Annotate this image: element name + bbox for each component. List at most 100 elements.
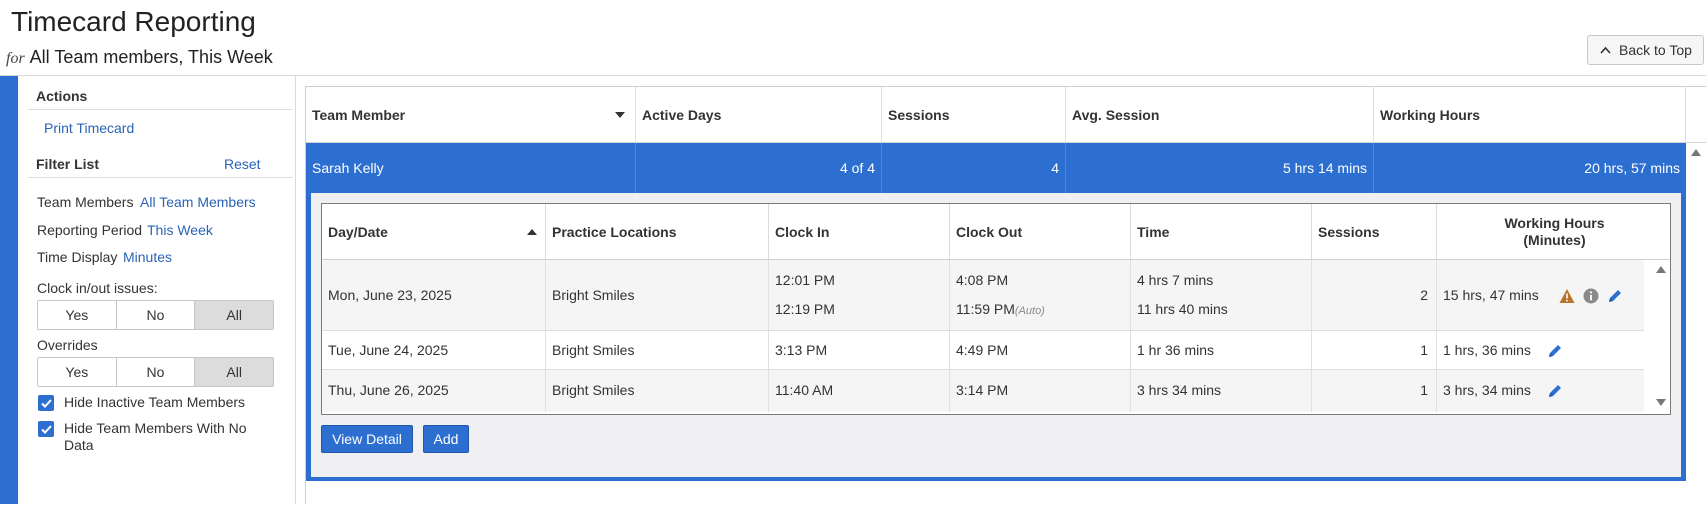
print-timecard-link[interactable]: Print Timecard: [44, 120, 134, 136]
table-row[interactable]: Thu, June 26, 2025 Bright Smiles 11:40 A…: [322, 370, 1644, 412]
chevron-up-icon: [1600, 46, 1611, 54]
overrides-yes-button[interactable]: Yes: [38, 358, 117, 386]
working-hours-text: 1 hrs, 36 mins: [1443, 342, 1531, 358]
cell-clock-in: 12:01 PM 12:19 PM: [769, 260, 950, 330]
clock-in-text: 12:01 PM: [775, 272, 835, 288]
detail-scrollbar[interactable]: [1652, 260, 1670, 414]
member-sessions: 4: [882, 143, 1066, 193]
cell-date: Thu, June 26, 2025: [322, 370, 546, 412]
col-team-member[interactable]: Team Member: [306, 87, 636, 143]
cell-date: Tue, June 24, 2025: [322, 331, 546, 369]
col-time[interactable]: Time: [1131, 204, 1312, 260]
cell-time: 1 hr 36 mins: [1131, 331, 1312, 369]
col-working-hours-minutes[interactable]: Working Hours (Minutes): [1437, 204, 1670, 260]
edit-pencil-icon[interactable]: [1607, 288, 1623, 304]
page-title: Timecard Reporting: [11, 6, 256, 37]
cell-location: Bright Smiles: [546, 370, 769, 412]
sort-up-icon: [527, 229, 537, 235]
cell-working-hours: 15 hrs, 47 mins: [1437, 260, 1644, 330]
auto-tag: (Auto): [1014, 305, 1045, 317]
clock-issues-no-button[interactable]: No: [116, 301, 196, 329]
cell-clock-in: 3:13 PM: [769, 331, 950, 369]
clock-issues-label: Clock in/out issues:: [37, 280, 158, 296]
filter-divider: [28, 177, 293, 178]
checkbox-checked-icon: [38, 421, 54, 437]
cell-clock-out: 4:49 PM: [950, 331, 1131, 369]
cell-clock-out: 3:14 PM: [950, 370, 1131, 412]
cell-sessions: 1: [1312, 331, 1437, 369]
location-text: Bright Smiles: [552, 287, 635, 303]
sidebar-rail: [0, 76, 18, 504]
view-detail-button[interactable]: View Detail: [321, 425, 413, 453]
overrides-label: Overrides: [37, 337, 98, 353]
info-icon[interactable]: [1583, 288, 1599, 304]
member-active-days: 4 of 4: [636, 143, 882, 193]
col-sessions-detail[interactable]: Sessions: [1312, 204, 1437, 260]
detail-panel: Day/Date Practice Locations Clock In Clo…: [311, 193, 1681, 477]
scroll-up-arrow-icon[interactable]: [1656, 266, 1666, 273]
cell-sessions: 2: [1312, 260, 1437, 330]
main-scrollbar[interactable]: [1686, 143, 1706, 505]
time-text: 4 hrs 7 mins: [1137, 272, 1214, 288]
hide-no-data-label: Hide Team Members With No Data: [64, 420, 247, 453]
cell-location: Bright Smiles: [546, 331, 769, 369]
hide-inactive-checkbox[interactable]: Hide Inactive Team Members: [38, 394, 245, 411]
col-working-hours[interactable]: Working Hours: [1374, 87, 1686, 143]
clock-issues-toggle: Yes No All: [37, 300, 274, 330]
timecard-table: Team Member Active Days Sessions Avg. Se…: [305, 86, 1706, 505]
col-practice-locations[interactable]: Practice Locations: [546, 204, 769, 260]
hide-no-data-checkbox[interactable]: Hide Team Members With No Data: [38, 420, 268, 454]
col-day-date-label: Day/Date: [328, 223, 388, 240]
filter-label-team-members: Team Members: [37, 194, 134, 210]
cell-date: Mon, June 23, 2025: [322, 260, 546, 330]
back-to-top-button[interactable]: Back to Top: [1587, 35, 1704, 65]
clock-issues-yes-button[interactable]: Yes: [38, 301, 117, 329]
detail-table: Day/Date Practice Locations Clock In Clo…: [321, 203, 1671, 415]
overrides-toggle: Yes No All: [37, 357, 274, 387]
working-hours-text: 15 hrs, 47 mins: [1443, 287, 1539, 303]
clock-issues-all-button[interactable]: All: [195, 301, 274, 329]
overrides-no-button[interactable]: No: [116, 358, 196, 386]
col-avg-session[interactable]: Avg. Session: [1066, 87, 1374, 143]
cell-location: Bright Smiles: [546, 260, 769, 330]
cell-clock-out: 4:08 PM 11:59 PM(Auto): [950, 260, 1131, 330]
sidebar: Actions Print Timecard Filter List Reset…: [18, 76, 296, 504]
col-working-hours-line1: Working Hours: [1504, 214, 1605, 231]
col-active-days[interactable]: Active Days: [636, 87, 882, 143]
member-name[interactable]: Sarah Kelly: [306, 143, 636, 193]
col-working-hours-line2: (Minutes): [1523, 231, 1586, 248]
member-avg-session: 5 hrs 14 mins: [1066, 143, 1374, 193]
table-row[interactable]: Tue, June 24, 2025 Bright Smiles 3:13 PM…: [322, 331, 1644, 370]
scroll-down-arrow-icon[interactable]: [1656, 399, 1666, 406]
filter-value-time-display[interactable]: Minutes: [123, 249, 172, 265]
clock-out-auto: 11:59 PM(Auto): [956, 301, 1045, 317]
reset-link[interactable]: Reset: [224, 156, 261, 172]
col-sessions[interactable]: Sessions: [882, 87, 1066, 143]
cell-clock-in: 11:40 AM: [769, 370, 950, 412]
subtitle-text: All Team members, This Week: [29, 47, 273, 67]
clock-out-text: 11:59 PM: [956, 301, 1015, 317]
summary-header: Team Member Active Days Sessions Avg. Se…: [306, 87, 1706, 143]
warning-icon[interactable]: [1559, 288, 1575, 304]
time-text: 11 hrs 40 mins: [1137, 301, 1228, 317]
col-clock-out[interactable]: Clock Out: [950, 204, 1131, 260]
page-subtitle: for All Team members, This Week: [6, 47, 273, 68]
scroll-up-arrow-icon[interactable]: [1691, 149, 1701, 156]
member-working-hours: 20 hrs, 57 mins: [1584, 160, 1680, 176]
cell-sessions: 1: [1312, 370, 1437, 412]
table-row[interactable]: Mon, June 23, 2025 Bright Smiles 12:01 P…: [322, 260, 1644, 331]
edit-pencil-icon[interactable]: [1547, 383, 1563, 399]
filter-list-heading: Filter List: [36, 156, 100, 172]
filter-label-reporting-period: Reporting Period: [37, 222, 143, 238]
selected-member-panel: Sarah Kelly 4 of 4 4 5 hrs 14 mins 20 hr…: [306, 143, 1686, 481]
back-to-top-label: Back to Top: [1619, 42, 1692, 58]
cell-time: 3 hrs 34 mins: [1131, 370, 1312, 412]
col-clock-in[interactable]: Clock In: [769, 204, 950, 260]
actions-divider: [28, 109, 293, 110]
col-day-date[interactable]: Day/Date: [322, 204, 546, 260]
edit-pencil-icon[interactable]: [1547, 343, 1563, 359]
filter-value-team-members[interactable]: All Team Members: [140, 194, 262, 210]
overrides-all-button[interactable]: All: [195, 358, 274, 386]
add-button[interactable]: Add: [423, 425, 469, 453]
filter-value-reporting-period[interactable]: This Week: [147, 222, 213, 238]
